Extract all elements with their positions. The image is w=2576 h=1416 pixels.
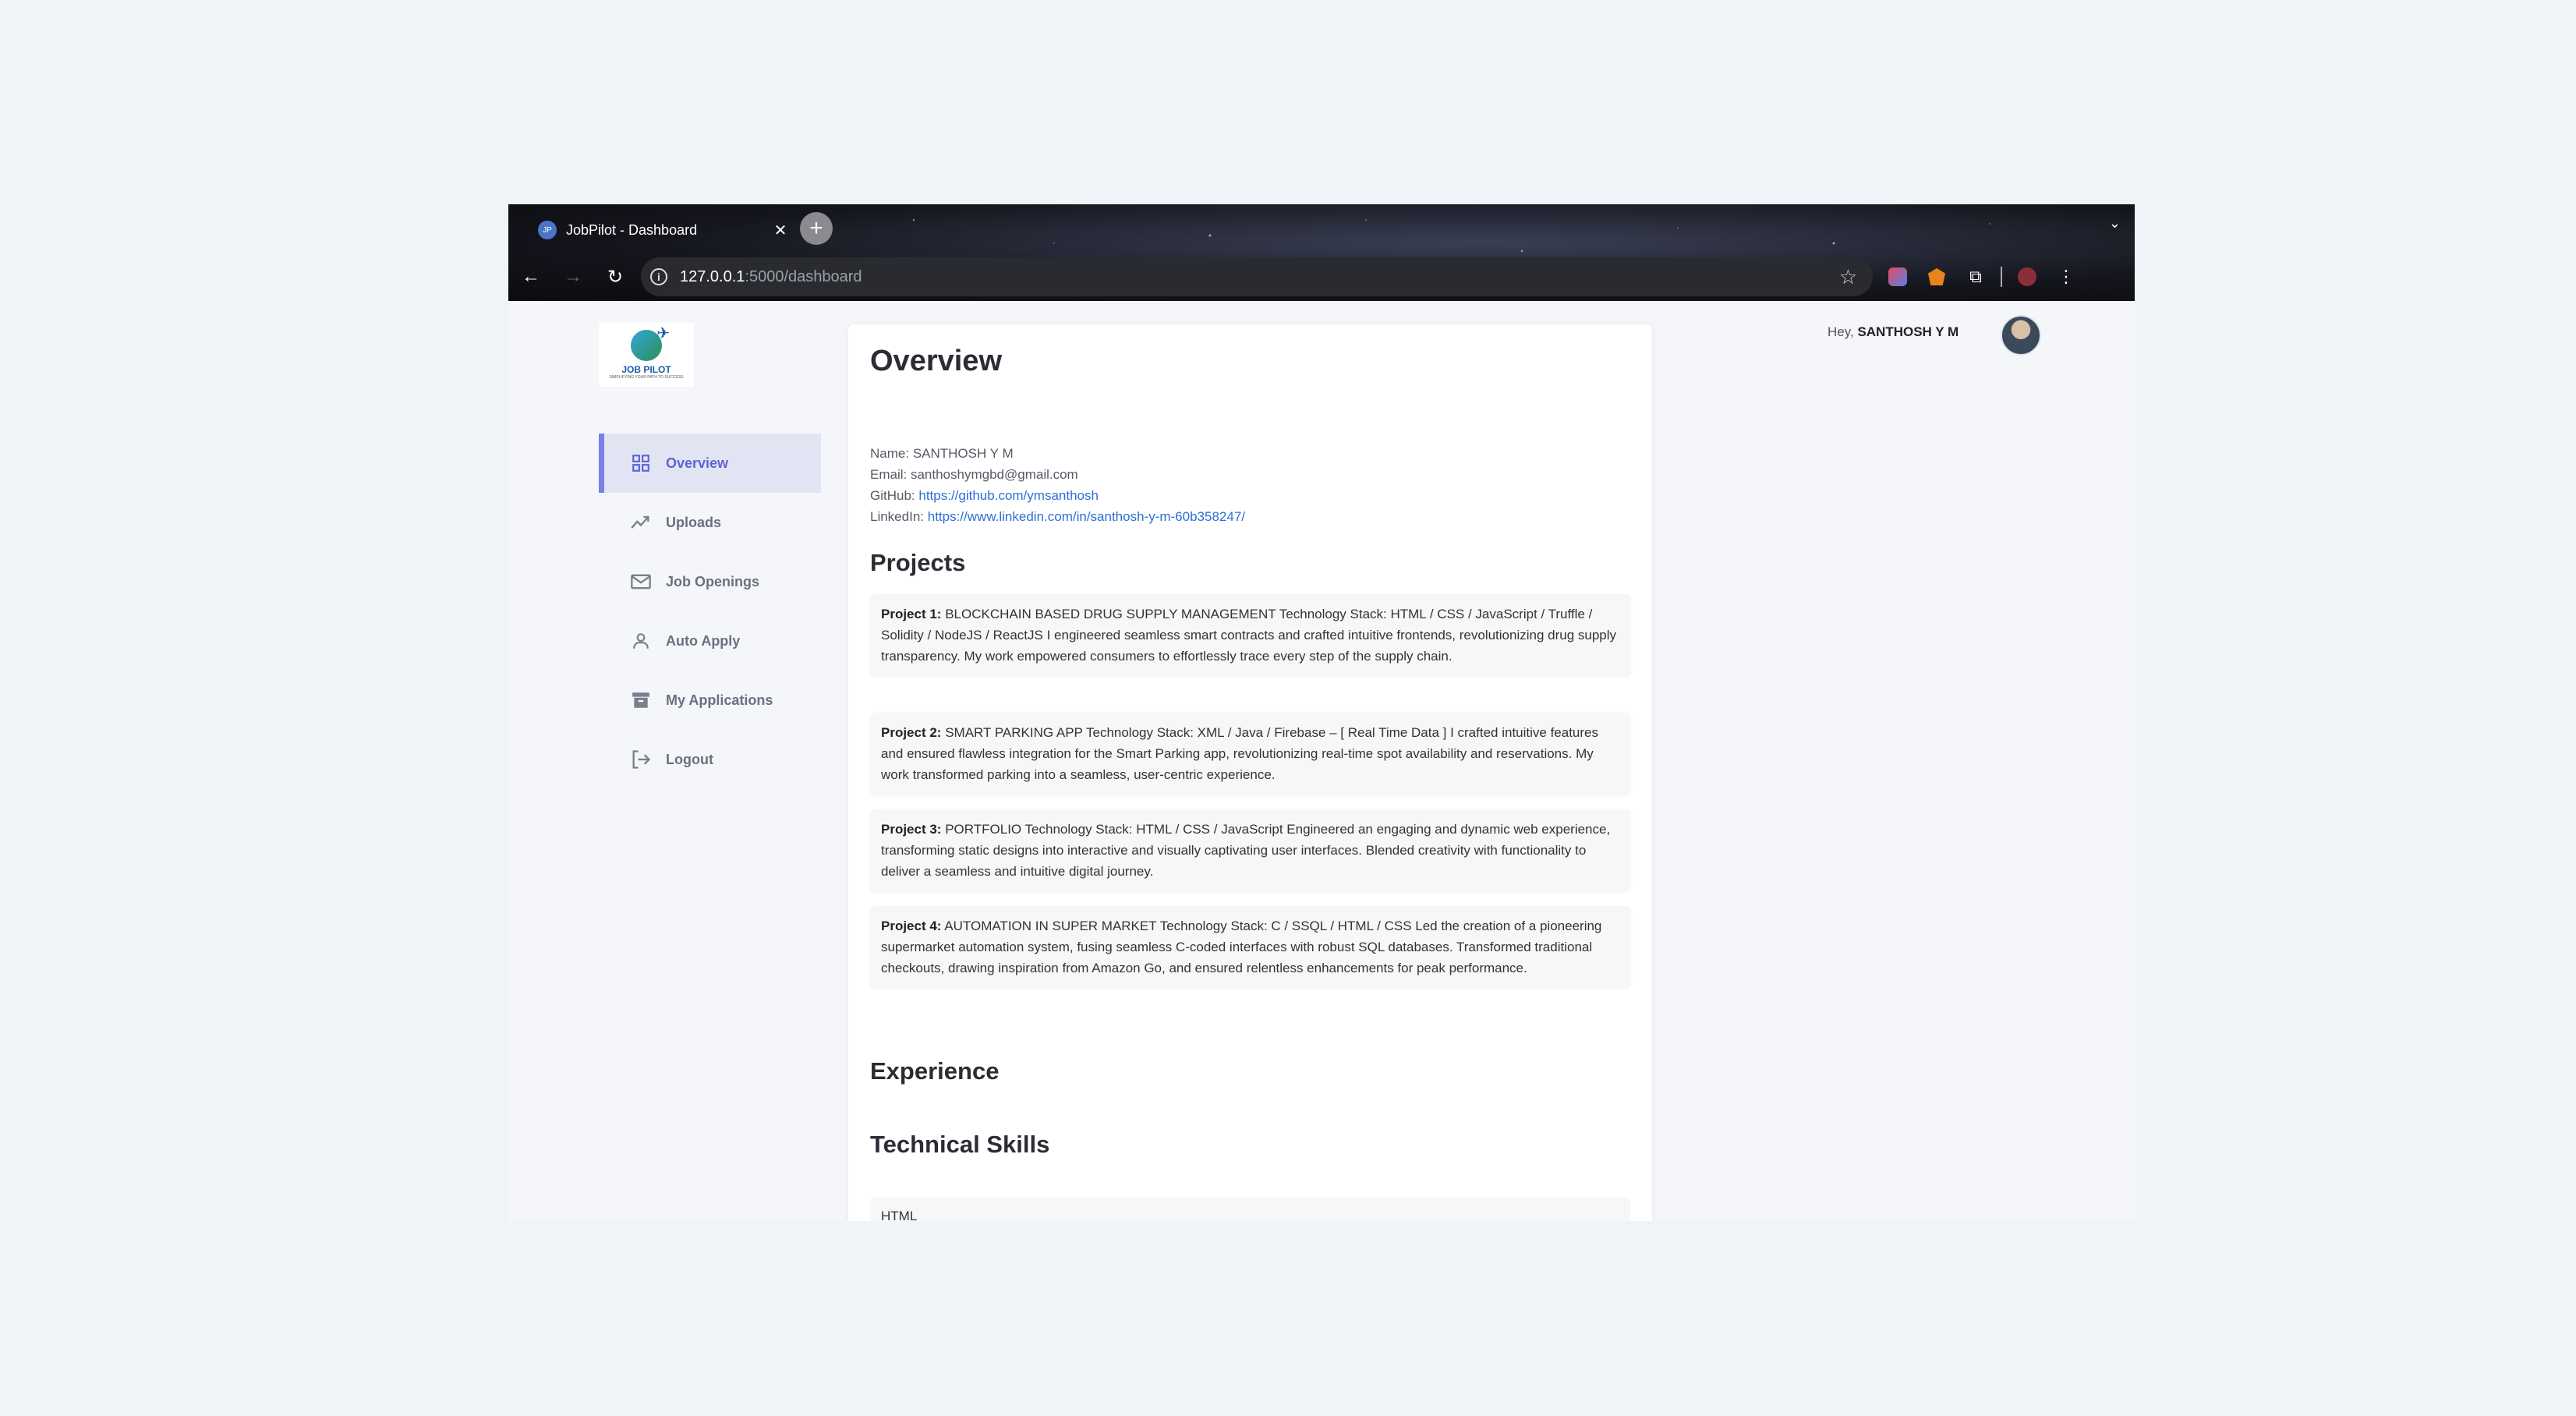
browser-toolbar: ← → ↻ i 127.0.0.1:5000/dashboard ☆ ⧉ ⋮ [508, 253, 2135, 301]
logout-icon [630, 749, 652, 770]
name-label: Name: [870, 446, 910, 461]
sidebar-item-label: Auto Apply [666, 632, 741, 649]
new-tab-button[interactable]: + [800, 212, 833, 245]
project-label: Project 2: [881, 725, 942, 740]
sidebar-item-label: Overview [666, 455, 729, 471]
name-row: Name: SANTHOSH Y M [870, 443, 1245, 464]
linkedin-label: LinkedIn: [870, 509, 924, 524]
toolbar-divider [2001, 267, 2002, 287]
email-row: Email: santhoshymgbd@gmail.com [870, 464, 1245, 485]
user-greeting: Hey, SANTHOSH Y M [1828, 324, 1959, 340]
chevron-down-icon[interactable]: ⌄ [2109, 215, 2121, 232]
browser-tab[interactable]: JP JobPilot - Dashboard ✕ [532, 212, 797, 248]
project-text: SMART PARKING APP Technology Stack: XML … [881, 725, 1598, 782]
github-label: GitHub: [870, 488, 915, 503]
project-label: Project 3: [881, 822, 942, 837]
email-value: santhoshymgbd@gmail.com [910, 467, 1078, 482]
project-text: PORTFOLIO Technology Stack: HTML / CSS /… [881, 822, 1611, 879]
sidebar-item-logout[interactable]: Logout [599, 730, 821, 789]
browser-chrome: JP JobPilot - Dashboard ✕ + ⌄ ← → ↻ i 12… [508, 204, 2135, 301]
address-bar[interactable]: i 127.0.0.1:5000/dashboard ☆ [641, 257, 1873, 296]
dashboard-page: JOB PILOT SIMPLIFYING YOUR PATH TO SUCCE… [508, 301, 2135, 1221]
sidebar-item-label: Job Openings [666, 573, 760, 589]
tab-title: JobPilot - Dashboard [566, 221, 698, 238]
url-host: 127.0.0.1 [680, 267, 745, 285]
forward-icon[interactable]: → [554, 257, 593, 296]
linkedin-row: LinkedIn: https://www.linkedin.com/in/sa… [870, 506, 1245, 527]
avatar[interactable] [2001, 315, 2041, 356]
mail-icon [630, 571, 652, 593]
more-menu-icon[interactable]: ⋮ [2052, 263, 2080, 291]
project-card: Project 4: AUTOMATION IN SUPER MARKET Te… [870, 906, 1630, 988]
greeting-prefix: Hey, [1828, 324, 1854, 339]
sidebar-item-job-openings[interactable]: Job Openings [599, 552, 821, 611]
logo-tagline: SIMPLIFYING YOUR PATH TO SUCCESS [609, 375, 684, 380]
profile-info: Name: SANTHOSH Y M Email: santhoshymgbd@… [870, 443, 1245, 527]
profile-icon[interactable] [2013, 263, 2041, 291]
experience-heading: Experience [870, 1057, 1000, 1085]
page-title: Overview [870, 345, 1002, 377]
skills-heading: Technical Skills [870, 1131, 1050, 1158]
sidebar-nav: Overview Uploads Job Openings Auto Apply [599, 434, 821, 789]
bookmark-star-icon[interactable]: ☆ [1839, 265, 1857, 289]
tab-favicon-icon: JP [538, 221, 557, 239]
user-icon [630, 630, 652, 652]
archive-icon [630, 689, 652, 711]
user-name: SANTHOSH Y M [1857, 324, 1959, 339]
logo-mark-icon [631, 324, 670, 361]
metamask-icon[interactable] [1923, 263, 1951, 291]
project-text: AUTOMATION IN SUPER MARKET Technology St… [881, 919, 1602, 975]
project-label: Project 1: [881, 607, 942, 621]
project-card: Project 2: SMART PARKING APP Technology … [870, 713, 1630, 795]
logo-text: JOB PILOT [621, 364, 671, 375]
sidebar-item-label: My Applications [666, 692, 773, 708]
reload-icon[interactable]: ↻ [596, 257, 635, 296]
sidebar-item-uploads[interactable]: Uploads [599, 493, 821, 552]
url-path: :5000/dashboard [745, 267, 862, 285]
close-icon[interactable]: ✕ [769, 218, 792, 242]
sidebar-item-label: Logout [666, 751, 713, 767]
sidebar-item-my-applications[interactable]: My Applications [599, 671, 821, 730]
back-icon[interactable]: ← [511, 257, 550, 296]
project-card: Project 3: PORTFOLIO Technology Stack: H… [870, 809, 1630, 891]
name-value: SANTHOSH Y M [912, 446, 1014, 461]
browser-window: JP JobPilot - Dashboard ✕ + ⌄ ← → ↻ i 12… [508, 204, 2135, 1221]
logo[interactable]: JOB PILOT SIMPLIFYING YOUR PATH TO SUCCE… [599, 323, 694, 387]
sidebar-item-label: Uploads [666, 514, 722, 530]
grid-icon [630, 452, 652, 474]
email-label: Email: [870, 467, 908, 482]
project-card: Project 1: BLOCKCHAIN BASED DRUG SUPPLY … [870, 594, 1630, 676]
project-label: Project 4: [881, 919, 942, 933]
extension-icon[interactable] [1884, 263, 1912, 291]
linkedin-link[interactable]: https://www.linkedin.com/in/santhosh-y-m… [928, 509, 1245, 524]
github-link[interactable]: https://github.com/ymsanthosh [918, 488, 1099, 503]
overview-card: Overview Name: SANTHOSH Y M Email: santh… [848, 324, 1652, 1221]
sidebar-item-auto-apply[interactable]: Auto Apply [599, 611, 821, 671]
project-text: BLOCKCHAIN BASED DRUG SUPPLY MANAGEMENT … [881, 607, 1617, 664]
sidebar-item-overview[interactable]: Overview [599, 434, 821, 493]
skill-item: HTML [870, 1198, 1630, 1221]
github-row: GitHub: https://github.com/ymsanthosh [870, 485, 1245, 506]
projects-heading: Projects [870, 549, 966, 576]
site-info-icon[interactable]: i [650, 268, 667, 285]
trending-icon [630, 512, 652, 533]
puzzle-extensions-icon[interactable]: ⧉ [1962, 263, 1990, 291]
